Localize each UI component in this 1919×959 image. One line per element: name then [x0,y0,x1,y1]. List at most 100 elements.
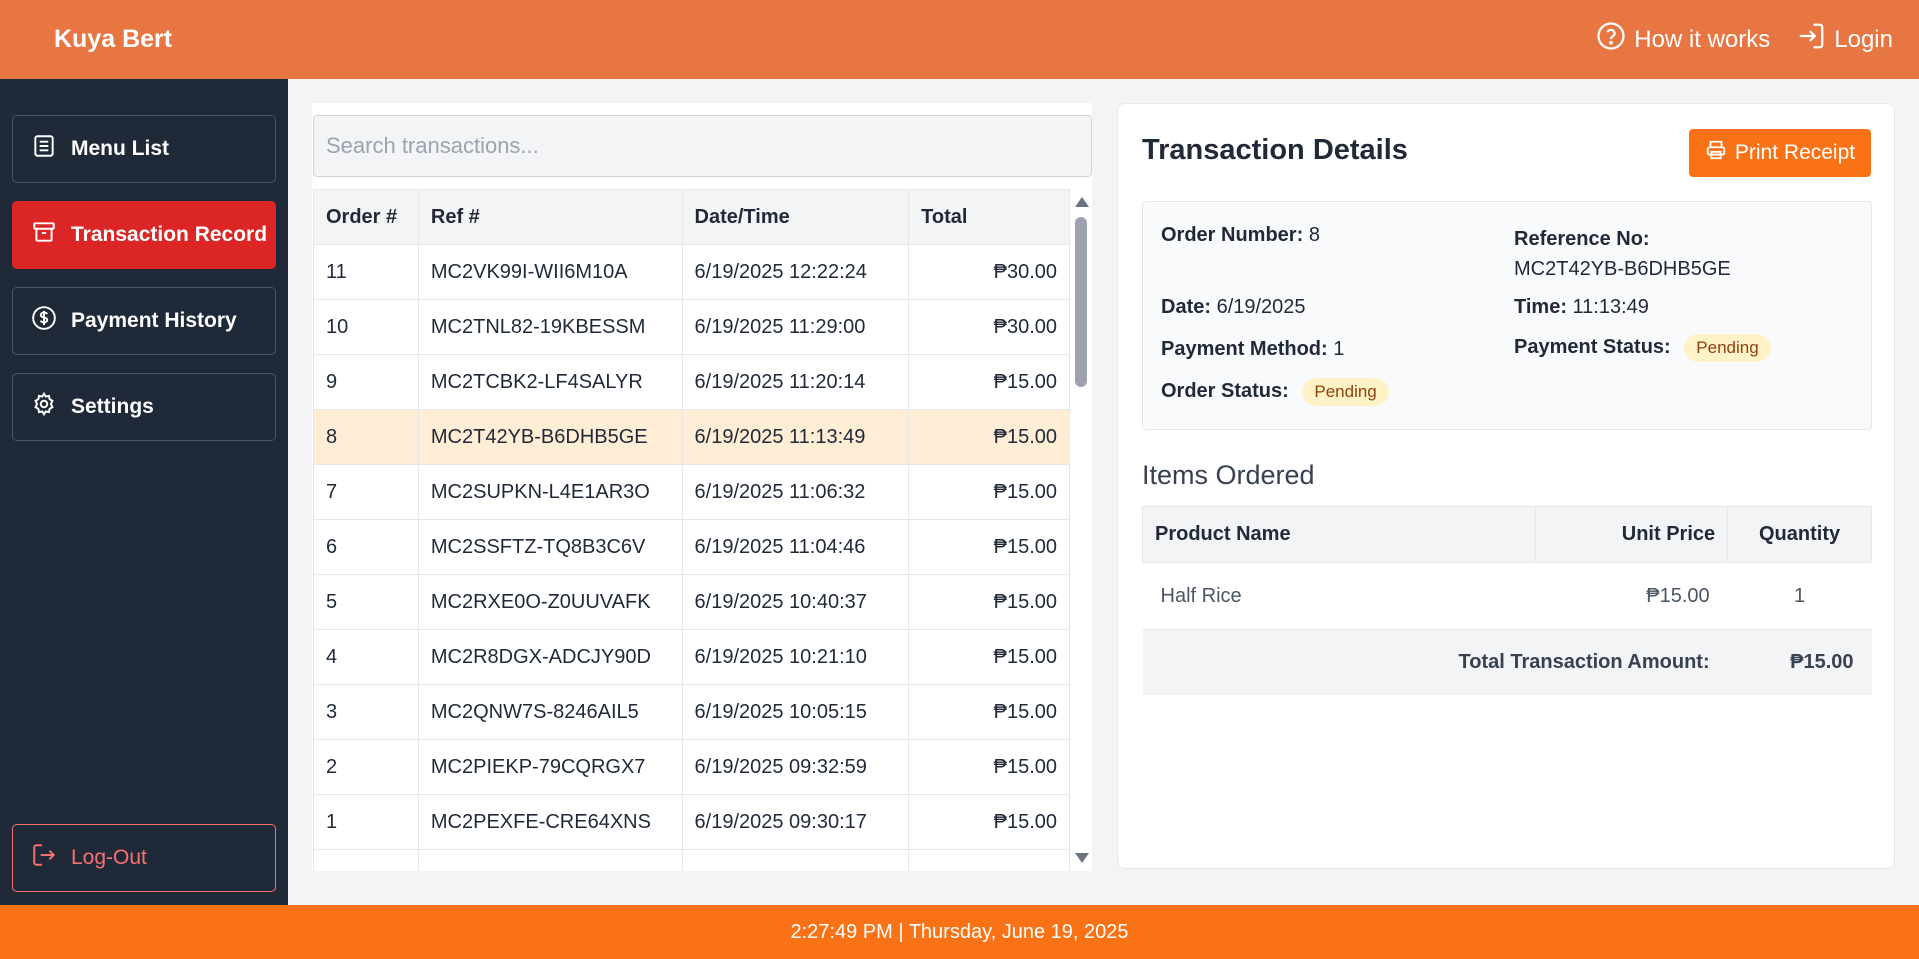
how-it-works-label: How it works [1634,25,1771,53]
logout-button[interactable]: Log-Out [12,824,276,892]
gear-icon [31,391,57,423]
cell-total: ₱15.00 [908,739,1070,795]
order-number-label: Order Number: [1161,224,1304,246]
payment-status-field: Payment Status: Pending [1514,334,1771,362]
search-input[interactable] [313,115,1092,177]
cell-ref: MC2PEXFE-CRE64XNS [417,794,683,850]
cell-datetime: 6/19/2025 11:20:14 [681,354,910,410]
cell-ref: MC2SUPKN-L4E1AR3O [417,464,683,520]
transactions-panel: Order # Ref # Date/Time Total 11MC2VK99I… [312,103,1092,871]
cell-datetime: 6/19/2025 10:40:37 [681,574,910,630]
cell-total: ₱15.00 [908,354,1070,410]
column-header-datetime[interactable]: Date/Time [681,189,910,245]
items-ordered-title: Items Ordered [1142,460,1315,490]
order-number-field: Order Number: 8 [1161,224,1320,247]
date-value: 6/19/2025 [1216,296,1306,318]
total-label: Total Transaction Amount: [1142,629,1728,695]
cell-total: ₱30.00 [908,299,1070,355]
sidebar-item-payment-history[interactable]: Payment History [12,287,276,355]
column-header-quantity: Quantity [1727,506,1872,563]
column-header-unit-price: Unit Price [1535,506,1729,563]
scroll-down-arrow-icon[interactable] [1075,853,1089,863]
column-header-total[interactable]: Total [908,189,1070,245]
cell-total: ₱15.00 [908,574,1070,630]
cell-datetime: 6/19/2025 11:29:00 [681,299,910,355]
login-label: Login [1834,25,1893,53]
column-header-ref[interactable]: Ref # [417,189,683,245]
cell-ref: MC2R8DGX-ADCJY90D [417,629,683,685]
cell-order: 10 [313,299,419,355]
cell-order: 7 [313,464,419,520]
cell-total: ₱15.00 [908,629,1070,685]
table-row-partial[interactable] [313,849,1070,871]
order-status-label: Order Status: [1161,380,1289,402]
payment-method-label: Payment Method: [1161,338,1328,360]
table-row[interactable]: 10 MC2TNL82-19KBESSM 6/19/2025 11:29:00 ₱30… [313,299,1070,355]
table-scrollbar[interactable] [1070,189,1092,871]
login-link[interactable]: Login [1796,21,1893,58]
order-status-badge: Pending [1302,378,1389,406]
payment-status-label: Payment Status: [1514,336,1671,358]
dollar-circle-icon [31,305,57,337]
table-row[interactable]: 11 MC2VK99I-WII6M10A 6/19/2025 12:22:24 ₱30… [313,244,1070,300]
cell-datetime: 6/19/2025 09:30:17 [681,794,910,850]
transaction-details-panel: Transaction Details Print Receipt Order … [1117,103,1895,869]
cell-datetime: 6/19/2025 11:13:49 [681,409,910,465]
logout-icon [31,842,57,874]
cell-total: ₱15.00 [908,794,1070,850]
item-price: ₱15.00 [1535,562,1728,630]
brand-title: Kuya Bert [54,25,173,53]
date-label: Date: [1161,296,1212,318]
cell-order: 8 [313,409,419,465]
login-icon [1796,21,1826,58]
item-quantity: 1 [1727,562,1872,630]
order-status-field: Order Status: Pending [1161,378,1389,406]
scroll-up-arrow-icon[interactable] [1075,197,1089,207]
print-receipt-button[interactable]: Print Receipt [1689,129,1871,177]
cell-ref: MC2SSFTZ-TQ8B3C6V [417,519,683,575]
header-links: How it works Login [1596,21,1893,58]
sidebar: Menu List Transaction Record Payment His… [0,79,288,905]
table-row[interactable]: 5 MC2RXE0O-Z0UUVAFK 6/19/2025 10:40:37 ₱15.… [313,574,1070,630]
cell-order: 3 [313,684,419,740]
cell-total: ₱15.00 [908,464,1070,520]
logout-label: Log-Out [71,846,147,869]
sidebar-item-transaction-record[interactable]: Transaction Record [12,201,276,269]
table-row[interactable]: 2 MC2PIEKP-79CQRGX7 6/19/2025 09:32:59 ₱15.… [313,739,1070,795]
scrollbar-thumb[interactable] [1075,217,1087,387]
table-row[interactable]: 4 MC2R8DGX-ADCJY90D 6/19/2025 10:21:10 ₱15.… [313,629,1070,685]
cell-order: 1 [313,794,419,850]
cell-ref: MC2PIEKP-79CQRGX7 [417,739,683,795]
table-row-selected[interactable]: 8 MC2T42YB-B6DHB5GE 6/19/2025 11:13:49 ₱15.… [313,409,1070,465]
total-row: Total Transaction Amount: ₱15.00 [1142,629,1872,695]
table-row[interactable]: 7 MC2SUPKN-L4E1AR3O 6/19/2025 11:06:32 ₱15.… [313,464,1070,520]
order-number-value: 8 [1308,224,1320,246]
how-it-works-link[interactable]: How it works [1596,21,1770,58]
cell-ref: MC2QNW7S-8246AIL5 [417,684,683,740]
sidebar-item-label: Settings [71,395,154,418]
table-row[interactable]: 1 MC2PEXFE-CRE64XNS 6/19/2025 09:30:17 ₱15.… [313,794,1070,850]
time-label: Time: [1514,296,1567,318]
cell-datetime: 6/19/2025 11:04:46 [681,519,910,575]
table-row[interactable]: 3 MC2QNW7S-8246AIL5 6/19/2025 10:05:15 ₱15.… [313,684,1070,740]
cell-ref: MC2TNL82-19KBESSM [417,299,683,355]
table-row[interactable]: 9 MC2TCBK2-LF4SALYR 6/19/2025 11:20:14 ₱15.… [313,354,1070,410]
cell-total: ₱30.00 [908,244,1070,300]
table-row[interactable]: 6 MC2SSFTZ-TQ8B3C6V 6/19/2025 11:04:46 ₱15.… [313,519,1070,575]
sidebar-item-menu-list[interactable]: Menu List [12,115,276,183]
items-table: Product Name Unit Price Quantity Half Ri… [1141,506,1872,695]
transactions-table-wrapper: Order # Ref # Date/Time Total 11 MC2VK99I… [313,189,1070,871]
details-title: Transaction Details [1142,134,1408,166]
footer-datetime: 2:27:49 PM | Thursday, June 19, 2025 [790,920,1129,943]
cell-ref: MC2TCBK2-LF4SALYR [417,354,683,410]
column-header-order[interactable]: Order # [313,189,419,245]
cell-order: 5 [313,574,419,630]
cell-order: 9 [313,354,419,410]
payment-status-badge: Pending [1684,334,1771,362]
transactions-table: Order # Ref # Date/Time Total 11 MC2VK99I… [313,189,1070,871]
time-field: Time: 11:13:49 [1514,296,1649,319]
cell-datetime: 6/19/2025 10:05:15 [681,684,910,740]
cell-ref: MC2VK99I-WII6M10A [417,244,683,300]
sidebar-item-settings[interactable]: Settings [12,373,276,441]
footer-clock: 2:27:49 PM | Thursday, June 19, 2025 [0,905,1919,959]
